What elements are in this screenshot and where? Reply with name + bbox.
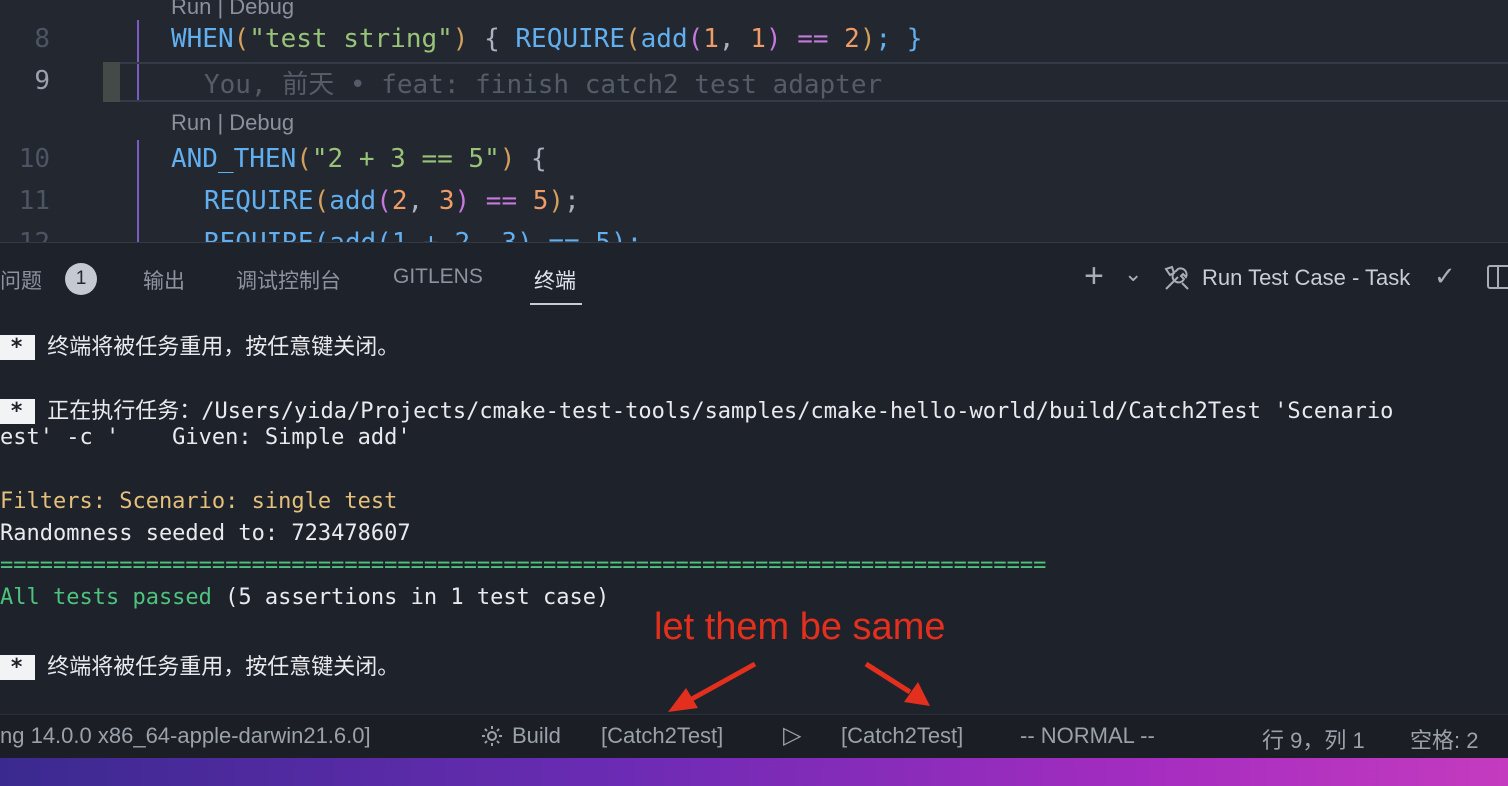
status-bar: ng 14.0.0 x86_64-apple-darwin21.6.0] Bui… [0, 714, 1508, 758]
annotation-arrows [668, 661, 930, 712]
status-cursor-position[interactable]: 行 9，列 1 [1262, 723, 1365, 755]
run-icon[interactable]: ▷ [783, 721, 801, 750]
status-compiler[interactable]: ng 14.0.0 x86_64-apple-darwin21.6.0] [0, 723, 371, 749]
status-build-target[interactable]: [Catch2Test] [601, 723, 723, 749]
gear-icon [480, 724, 504, 748]
status-build-button[interactable]: Build [512, 723, 561, 749]
status-launch-target[interactable]: [Catch2Test] [841, 723, 963, 749]
status-vim-mode: -- NORMAL -- [1020, 723, 1155, 748]
status-indentation[interactable]: 空格: 2 [1410, 723, 1478, 755]
desktop-background [0, 758, 1508, 786]
